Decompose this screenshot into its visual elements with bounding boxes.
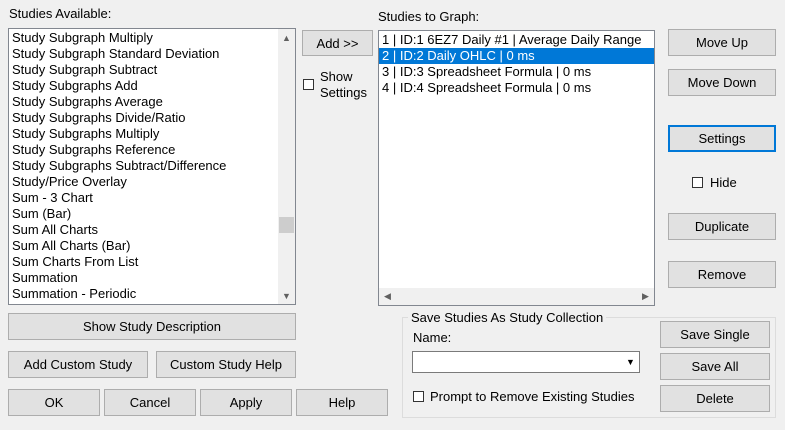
graph-list-item[interactable]: 1 | ID:1 6EZ7 Daily #1 | Average Daily R… (379, 32, 654, 48)
save-single-button[interactable]: Save Single (660, 321, 770, 348)
available-list-item[interactable]: Study Subgraphs Add (9, 78, 278, 94)
study-collection-title: Save Studies As Study Collection (408, 310, 607, 325)
delete-button[interactable]: Delete (660, 385, 770, 412)
show-study-description-button[interactable]: Show Study Description (8, 313, 296, 340)
available-list-item[interactable]: Summation (9, 270, 278, 286)
available-list-item[interactable]: Summation of Study Subgraph - Periodic (9, 302, 278, 304)
studies-to-graph-listbox[interactable]: 1 | ID:1 6EZ7 Daily #1 | Average Daily R… (378, 30, 655, 306)
graph-list-item[interactable]: 2 | ID:2 Daily OHLC | 0 ms (379, 48, 654, 64)
settings-button[interactable]: Settings (668, 125, 776, 152)
available-list-item[interactable]: Study Subgraphs Divide/Ratio (9, 110, 278, 126)
chevron-down-icon[interactable]: ▼ (622, 352, 639, 372)
cancel-button[interactable]: Cancel (104, 389, 196, 416)
available-vertical-scrollbar[interactable]: ▲ ▼ (278, 29, 295, 304)
scroll-down-icon[interactable]: ▼ (278, 287, 295, 304)
available-list-item[interactable]: Study Subgraphs Multiply (9, 126, 278, 142)
available-list-item[interactable]: Sum All Charts (Bar) (9, 238, 278, 254)
studies-available-listbox[interactable]: Study Subgraph Multiply Study Subgraph St… (8, 28, 296, 305)
ok-button[interactable]: OK (8, 389, 100, 416)
help-button[interactable]: Help (296, 389, 388, 416)
hide-checkbox[interactable] (692, 177, 703, 188)
available-list-item[interactable]: Study Subgraph Standard Deviation (9, 46, 278, 62)
scroll-right-icon[interactable]: ▶ (637, 288, 654, 305)
prompt-remove-checkbox[interactable] (413, 391, 424, 402)
scroll-up-icon[interactable]: ▲ (278, 29, 295, 46)
hide-label: Hide (710, 175, 737, 190)
add-button[interactable]: Add >> (302, 30, 373, 56)
prompt-remove-label: Prompt to Remove Existing Studies (430, 389, 635, 404)
duplicate-button[interactable]: Duplicate (668, 213, 776, 240)
available-list-item[interactable]: Sum (Bar) (9, 206, 278, 222)
graph-list-item[interactable]: 4 | ID:4 Spreadsheet Formula | 0 ms (379, 80, 654, 96)
custom-study-help-button[interactable]: Custom Study Help (156, 351, 296, 378)
available-list-item[interactable]: Summation - Periodic (9, 286, 278, 302)
available-list: Study Subgraph Multiply Study Subgraph St… (9, 30, 278, 304)
scrollbar-thumb[interactable] (279, 217, 294, 233)
collection-name-combobox[interactable]: ▼ (412, 351, 640, 373)
show-settings-checkbox[interactable] (303, 79, 314, 90)
graph-horizontal-scrollbar[interactable]: ◀ ▶ (379, 288, 654, 305)
graph-list-item[interactable]: 3 | ID:3 Spreadsheet Formula | 0 ms (379, 64, 654, 80)
available-list-item[interactable]: Sum All Charts (9, 222, 278, 238)
save-all-button[interactable]: Save All (660, 353, 770, 380)
studies-to-graph-label: Studies to Graph: (378, 9, 480, 24)
available-list-item[interactable]: Study/Price Overlay (9, 174, 278, 190)
move-down-button[interactable]: Move Down (668, 69, 776, 96)
show-settings-label: Show Settings (320, 69, 367, 100)
scroll-left-icon[interactable]: ◀ (379, 288, 396, 305)
available-list-item[interactable]: Sum - 3 Chart (9, 190, 278, 206)
move-up-button[interactable]: Move Up (668, 29, 776, 56)
add-custom-study-button[interactable]: Add Custom Study (8, 351, 148, 378)
name-label: Name: (413, 330, 452, 345)
available-list-item[interactable]: Study Subgraphs Reference (9, 142, 278, 158)
remove-button[interactable]: Remove (668, 261, 776, 288)
available-list-item[interactable]: Sum Charts From List (9, 254, 278, 270)
apply-button[interactable]: Apply (200, 389, 292, 416)
studies-available-label: Studies Available: (9, 6, 112, 21)
graph-list: 1 | ID:1 6EZ7 Daily #1 | Average Daily R… (379, 32, 654, 96)
available-list-item[interactable]: Study Subgraph Subtract (9, 62, 278, 78)
available-list-item[interactable]: Study Subgraphs Average (9, 94, 278, 110)
available-list-item[interactable]: Study Subgraphs Subtract/Difference (9, 158, 278, 174)
available-list-item[interactable]: Study Subgraph Multiply (9, 30, 278, 46)
